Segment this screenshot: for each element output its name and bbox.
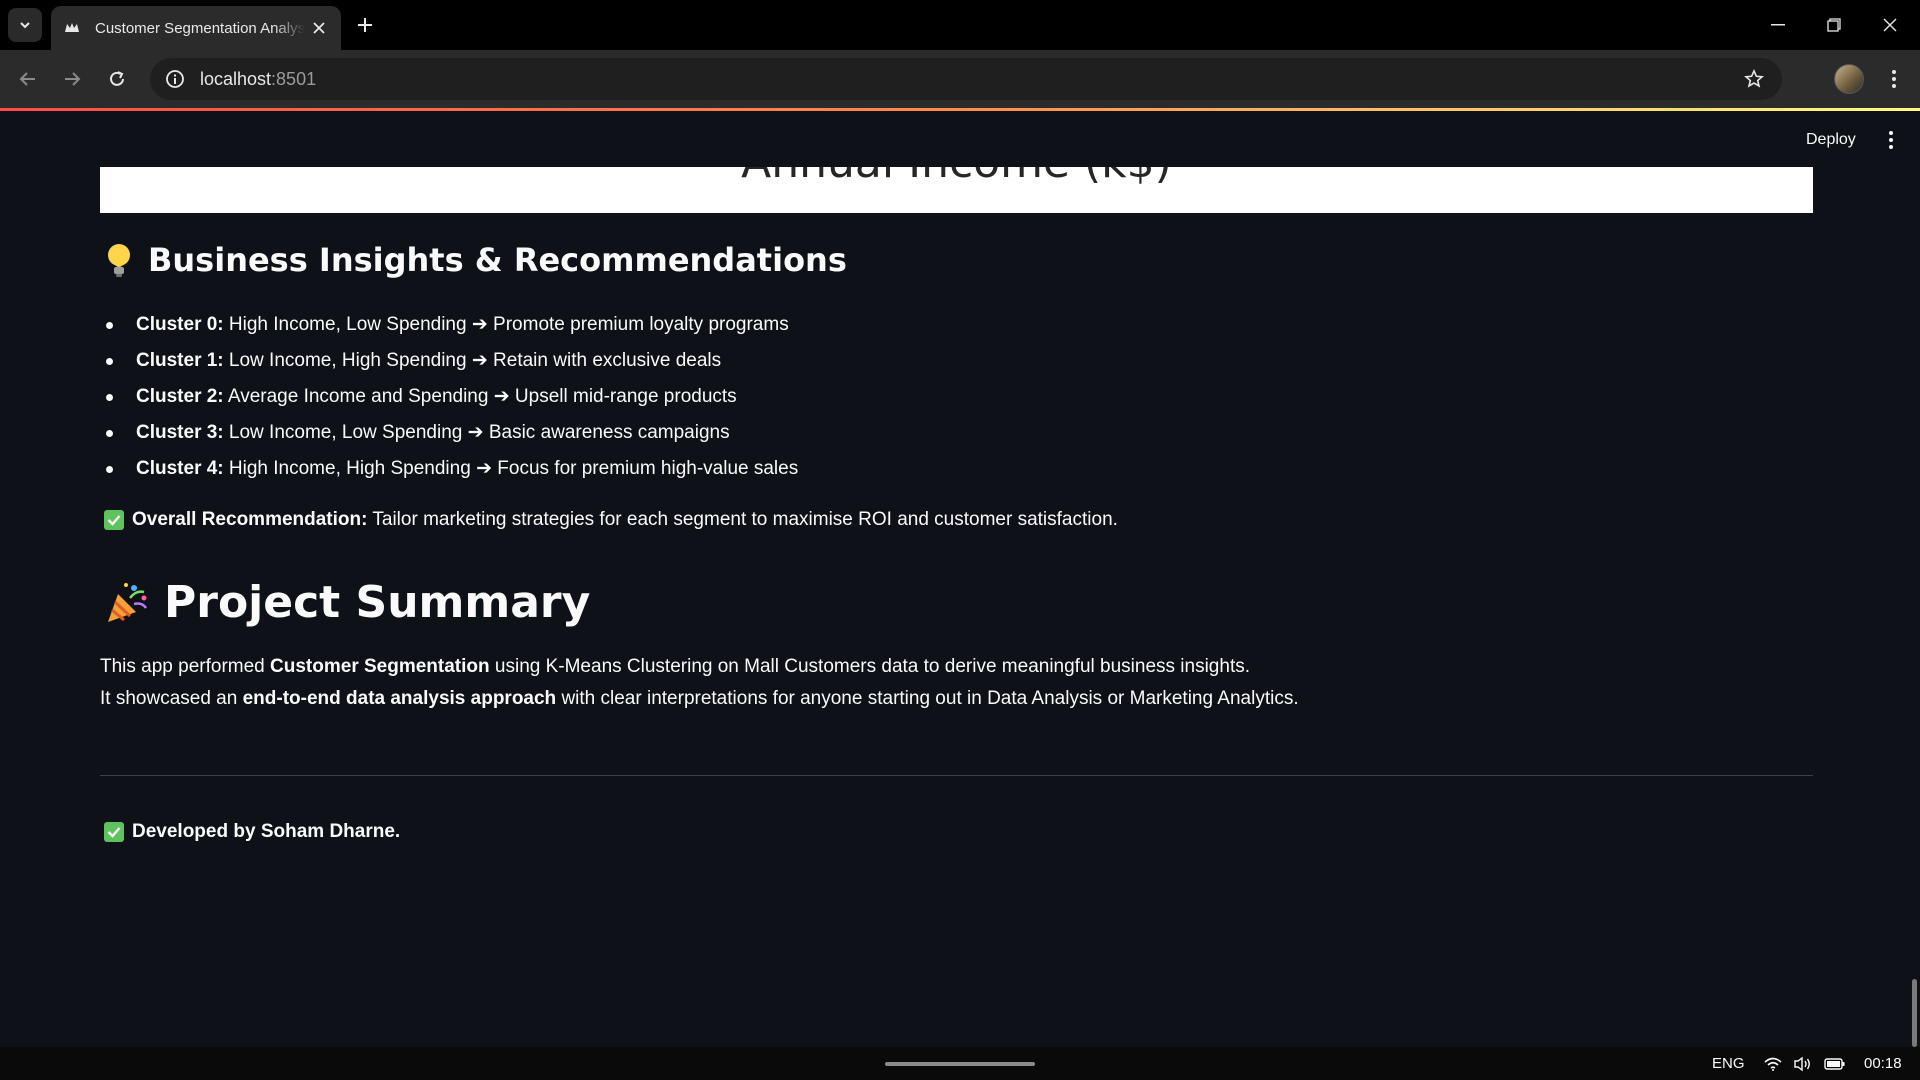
developer-credit: Developed by Soham Dharne.	[104, 821, 400, 843]
chart-x-axis-label: Annual Income (k$)	[100, 167, 1813, 188]
arrow-left-icon	[19, 72, 35, 86]
restore-icon	[1827, 18, 1841, 32]
recommendation-label: Overall Recommendation:	[132, 509, 368, 530]
battery-icon[interactable]	[1824, 1047, 1846, 1080]
summary-paragraph: This app performed Customer Segmentation…	[100, 651, 1299, 715]
url-text: localhost:8501	[200, 69, 316, 90]
plus-icon	[358, 18, 372, 32]
address-bar[interactable]: localhost:8501	[150, 58, 1782, 100]
site-info-icon[interactable]	[154, 58, 196, 100]
close-tab-icon[interactable]	[309, 18, 329, 38]
check-mark-icon	[104, 822, 124, 842]
volume-icon[interactable]	[1793, 1047, 1813, 1080]
home-indicator[interactable]	[885, 1062, 1035, 1066]
close-icon	[1883, 18, 1897, 32]
app-main-menu-button[interactable]	[1876, 125, 1906, 155]
back-button[interactable]	[12, 63, 44, 95]
list-item: Cluster 3: Low Income, Low Spending ➔ Ba…	[104, 415, 798, 451]
deploy-button[interactable]: Deploy	[1796, 125, 1866, 155]
recommendation-text: Tailor marketing strategies for each seg…	[367, 509, 1118, 530]
os-taskbar: ENG 00:18	[0, 1047, 1920, 1080]
summary-heading: Project Summary	[104, 577, 590, 628]
new-tab-button[interactable]	[352, 12, 378, 38]
browser-tab-active[interactable]: Customer Segmentation Analysis	[51, 6, 341, 50]
browser-tab-bar: Customer Segmentation Analysis	[0, 0, 1920, 50]
wifi-icon[interactable]	[1764, 1047, 1782, 1080]
cluster-insight: Average Income and Spending ➔ Upsell mid…	[223, 386, 737, 407]
section-divider	[100, 775, 1813, 776]
streamlit-app: Deploy Annual Income (k$) Business Insig…	[0, 111, 1920, 1047]
profile-avatar[interactable]	[1834, 64, 1864, 94]
list-item: Cluster 2: Average Income and Spending ➔…	[104, 379, 798, 415]
overall-recommendation: Overall Recommendation: Tailor marketing…	[104, 509, 1118, 531]
cluster-chart-bottom: Annual Income (k$)	[100, 167, 1813, 213]
insights-title: Business Insights & Recommendations	[148, 241, 847, 279]
page-scrollbar-thumb[interactable]	[1912, 979, 1917, 1047]
browser-toolbar: localhost:8501	[0, 50, 1920, 108]
cluster-insight: Low Income, High Spending ➔ Retain with …	[223, 350, 722, 371]
list-item: Cluster 4: High Income, High Spending ➔ …	[104, 451, 798, 487]
clock[interactable]: 00:18	[1864, 1047, 1902, 1080]
reload-button[interactable]	[101, 63, 133, 95]
summary-text: It showcased an	[100, 688, 243, 709]
summary-emphasis: end-to-end data analysis approach	[242, 688, 557, 709]
light-bulb-icon	[104, 242, 134, 278]
cluster-insight: High Income, High Spending ➔ Focus for p…	[223, 458, 799, 479]
summary-text: using K-Means Clustering on Mall Custome…	[489, 656, 1250, 677]
streamlit-crown-icon	[63, 19, 81, 37]
bookmark-star-icon[interactable]	[1740, 65, 1768, 93]
cluster-label: Cluster 2:	[136, 386, 224, 407]
cluster-label: Cluster 3:	[136, 422, 224, 443]
chevron-down-icon	[20, 22, 30, 29]
url-port: :8501	[271, 68, 317, 89]
browser-menu-button[interactable]	[1879, 64, 1909, 94]
summary-title: Project Summary	[164, 577, 591, 628]
tab-search-button[interactable]	[8, 8, 42, 42]
summary-line-1: This app performed Customer Segmentation…	[100, 651, 1299, 683]
cluster-insight: Low Income, Low Spending ➔ Basic awarene…	[223, 422, 730, 443]
minimize-icon	[1771, 24, 1785, 26]
restore-button[interactable]	[1806, 0, 1862, 50]
insights-heading: Business Insights & Recommendations	[104, 241, 847, 279]
tab-title: Customer Segmentation Analysis	[95, 19, 305, 37]
cluster-insight: High Income, Low Spending ➔ Promote prem…	[223, 314, 789, 335]
list-item: Cluster 0: High Income, Low Spending ➔ P…	[104, 307, 798, 343]
url-host: localhost	[200, 68, 272, 89]
check-mark-icon	[104, 510, 124, 530]
summary-text: This app performed	[100, 656, 271, 677]
forward-button[interactable]	[56, 63, 88, 95]
cluster-label: Cluster 1:	[136, 350, 224, 371]
more-vertical-icon	[1889, 131, 1893, 149]
summary-line-2: It showcased an end-to-end data analysis…	[100, 683, 1299, 715]
developer-credit-text: Developed by Soham Dharne.	[132, 821, 401, 842]
cluster-label: Cluster 0:	[136, 314, 224, 335]
list-item: Cluster 1: Low Income, High Spending ➔ R…	[104, 343, 798, 379]
reload-icon	[110, 71, 124, 86]
language-indicator[interactable]: ENG	[1712, 1047, 1745, 1080]
minimize-button[interactable]	[1750, 0, 1806, 50]
more-vertical-icon	[1892, 70, 1896, 88]
cluster-label: Cluster 4:	[136, 458, 224, 479]
party-popper-icon	[104, 580, 150, 626]
close-window-button[interactable]	[1862, 0, 1918, 50]
insights-list: Cluster 0: High Income, Low Spending ➔ P…	[104, 307, 798, 487]
summary-emphasis: Customer Segmentation	[270, 656, 490, 677]
summary-text: with clear interpretations for anyone st…	[556, 688, 1299, 709]
arrow-right-icon	[65, 72, 81, 86]
